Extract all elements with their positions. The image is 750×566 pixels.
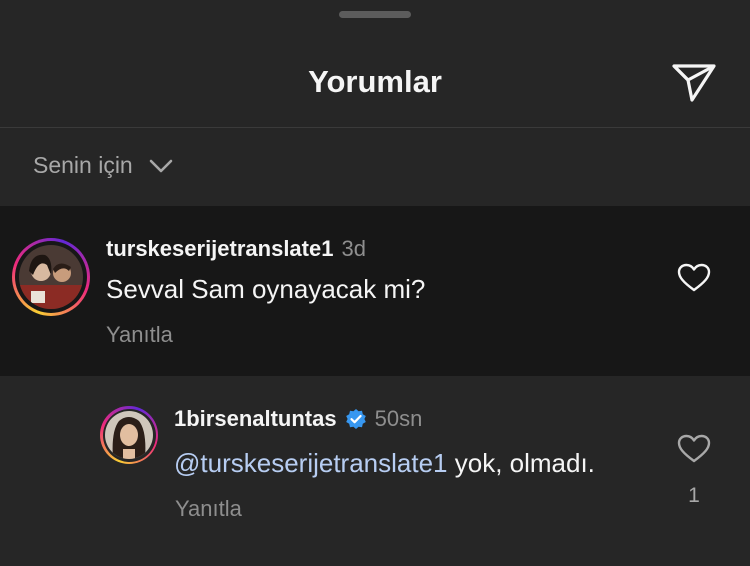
mention-link[interactable]: @turskeserijetranslate1 xyxy=(174,448,448,478)
heart-icon[interactable] xyxy=(677,434,711,464)
reply-time: 50sn xyxy=(374,406,423,431)
reply-button[interactable]: Yanıtla xyxy=(175,496,242,522)
reply-button[interactable]: Yanıtla xyxy=(106,322,173,348)
heart-icon[interactable] xyxy=(677,263,711,293)
avatar[interactable] xyxy=(12,238,90,316)
comment-row: turskeserijetranslate1 3d Sevval Sam oyna… xyxy=(0,206,750,376)
filter-label: Senin için xyxy=(33,152,133,178)
verified-badge-icon xyxy=(345,409,366,429)
filter-dropdown[interactable]: Senin için xyxy=(33,152,173,179)
send-icon[interactable] xyxy=(670,60,718,104)
avatar[interactable] xyxy=(100,406,158,464)
drag-handle[interactable] xyxy=(339,11,411,18)
reply-body: yok, olmadı. xyxy=(447,448,595,478)
chevron-down-icon xyxy=(149,159,173,172)
comment-text: Sevval Sam oynayacak mi? xyxy=(106,274,426,304)
reply-username[interactable]: 1birsenaltuntas xyxy=(174,406,337,432)
comment-time: 3d xyxy=(341,236,366,261)
page-title: Yorumlar xyxy=(308,64,442,99)
reply-row: 1birsenaltuntas 50sn @turskeserijetransl… xyxy=(0,376,750,566)
like-count: 1 xyxy=(688,484,700,507)
reply-text: @turskeserijetranslate1 yok, olmadı. xyxy=(174,448,595,479)
header-divider xyxy=(0,127,750,128)
comment-username[interactable]: turskeserijetranslate1 xyxy=(106,236,333,261)
